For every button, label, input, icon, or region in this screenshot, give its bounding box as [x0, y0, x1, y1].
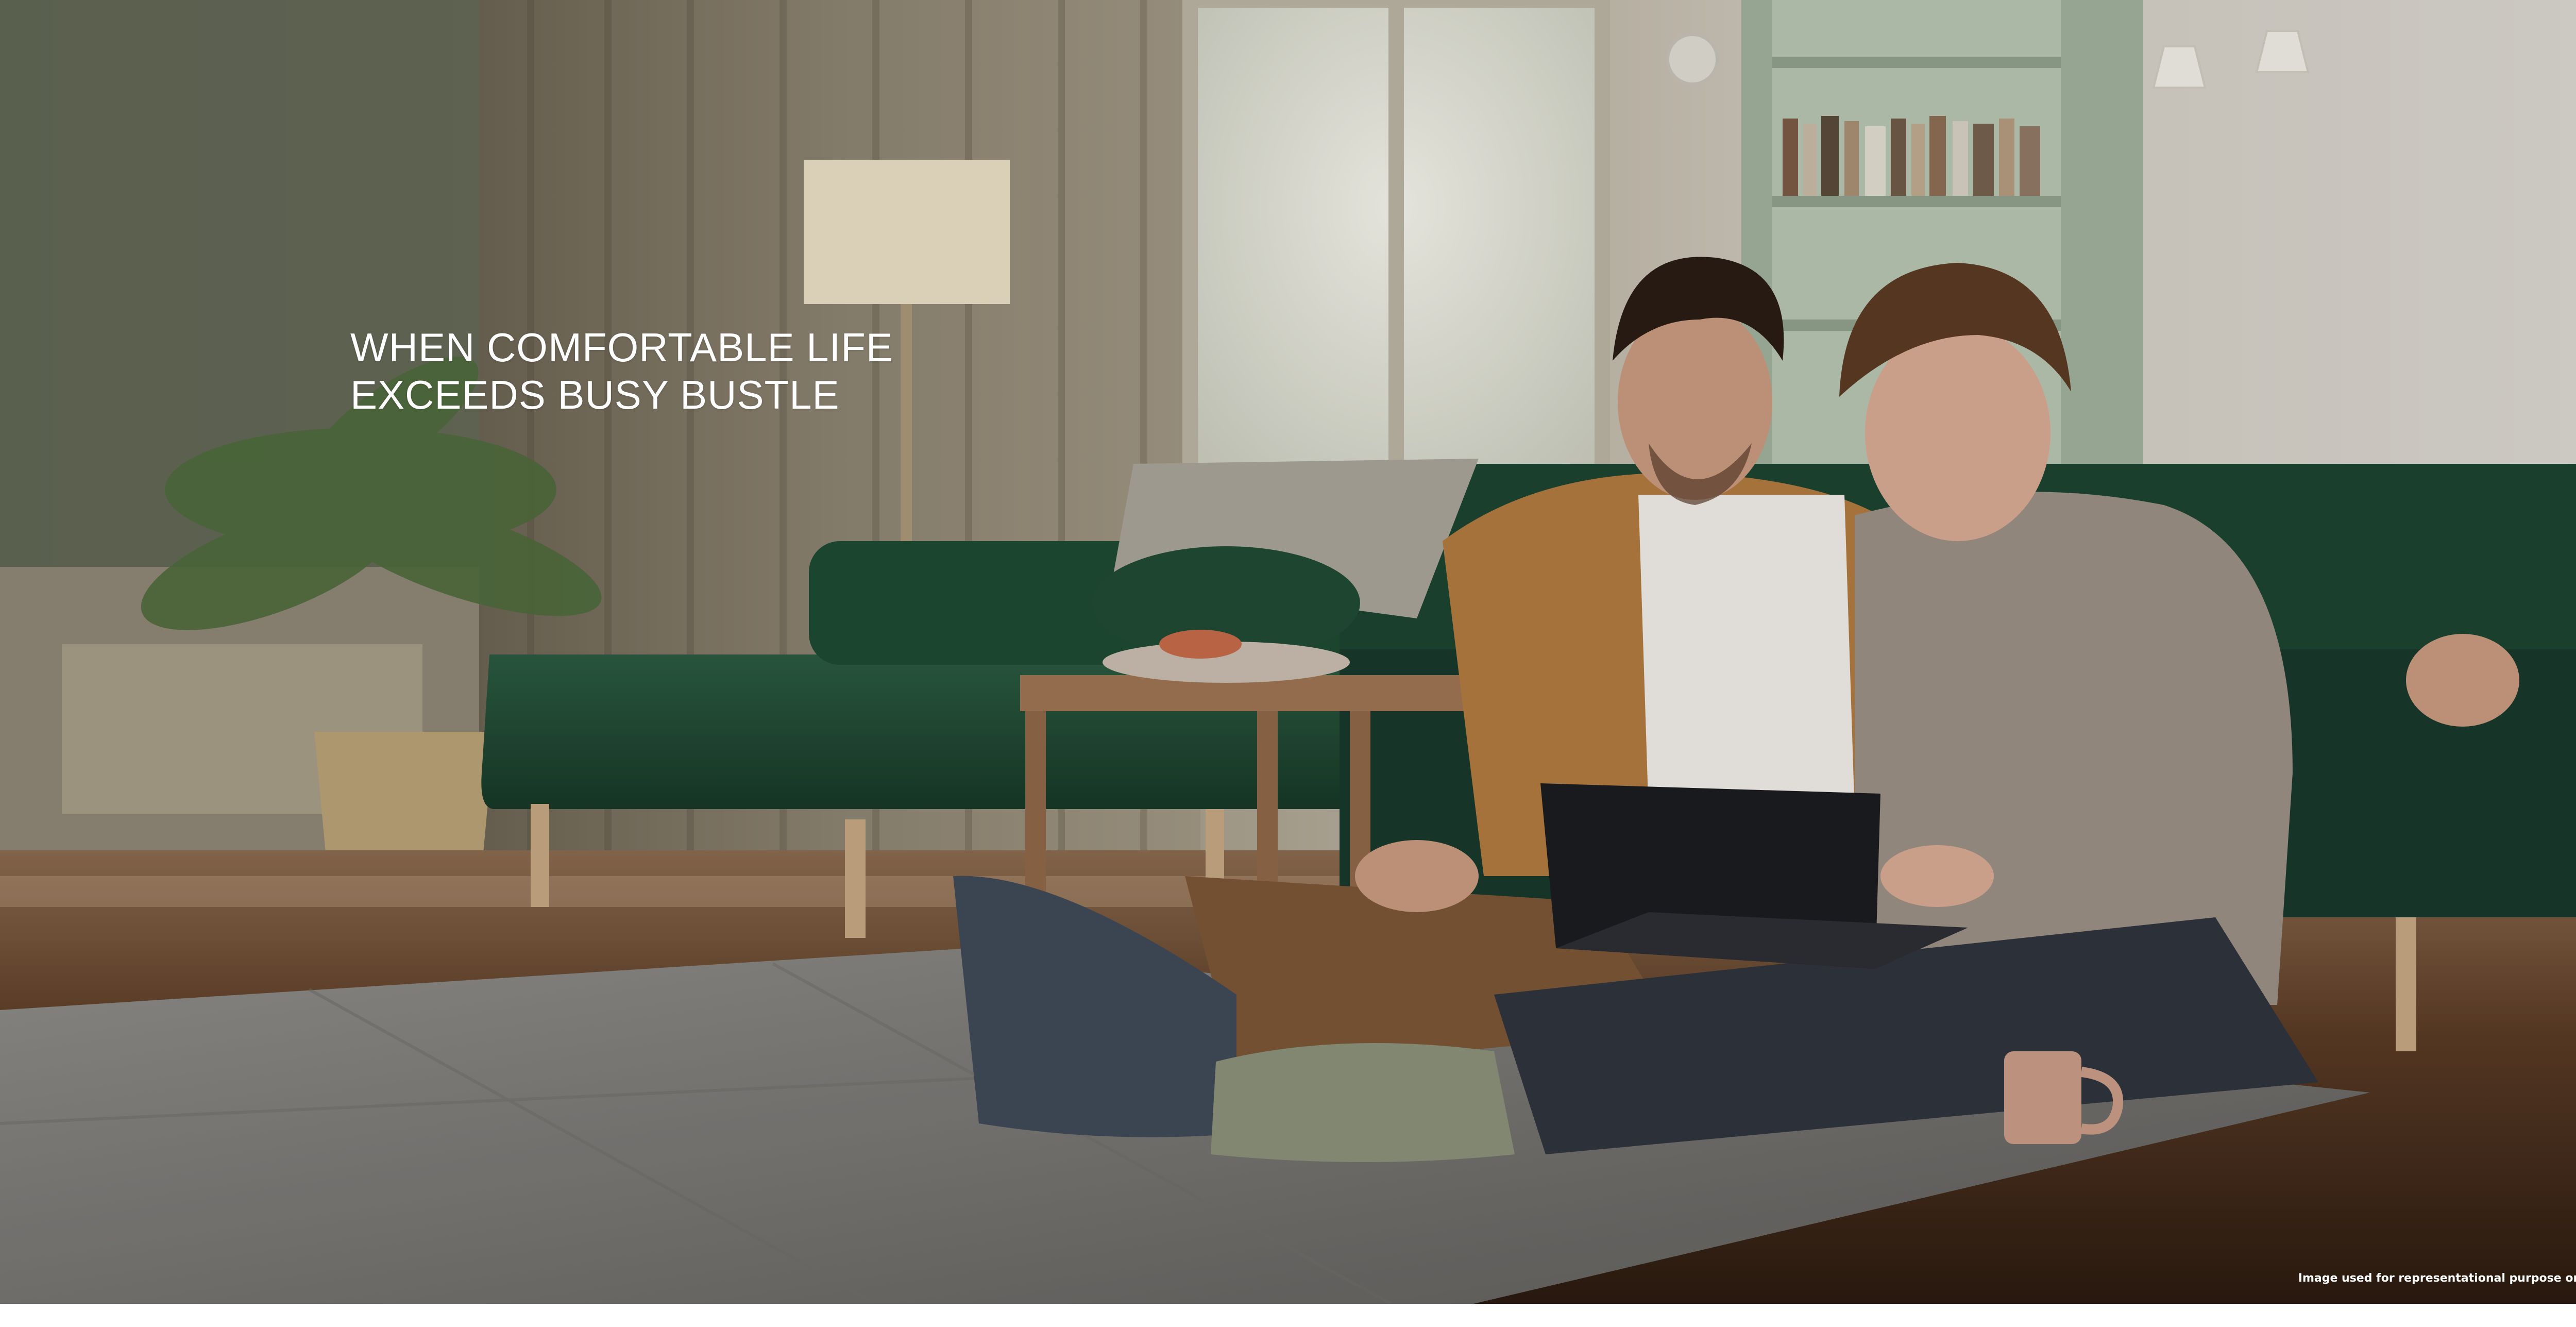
- hero-photo: WHEN COMFORTABLE LIFE EXCEEDS BUSY BUSTL…: [0, 0, 2576, 1304]
- hero-headline: WHEN COMFORTABLE LIFE EXCEEDS BUSY BUSTL…: [350, 324, 893, 418]
- bottom-margin: [0, 1304, 2576, 1327]
- disclaimer-text: Image used for representational purpose …: [2298, 1272, 2576, 1285]
- living-room-illustration: [0, 0, 2576, 1304]
- headline-line-1: WHEN COMFORTABLE LIFE: [350, 325, 893, 370]
- headline-line-2: EXCEEDS BUSY BUSTLE: [350, 372, 840, 417]
